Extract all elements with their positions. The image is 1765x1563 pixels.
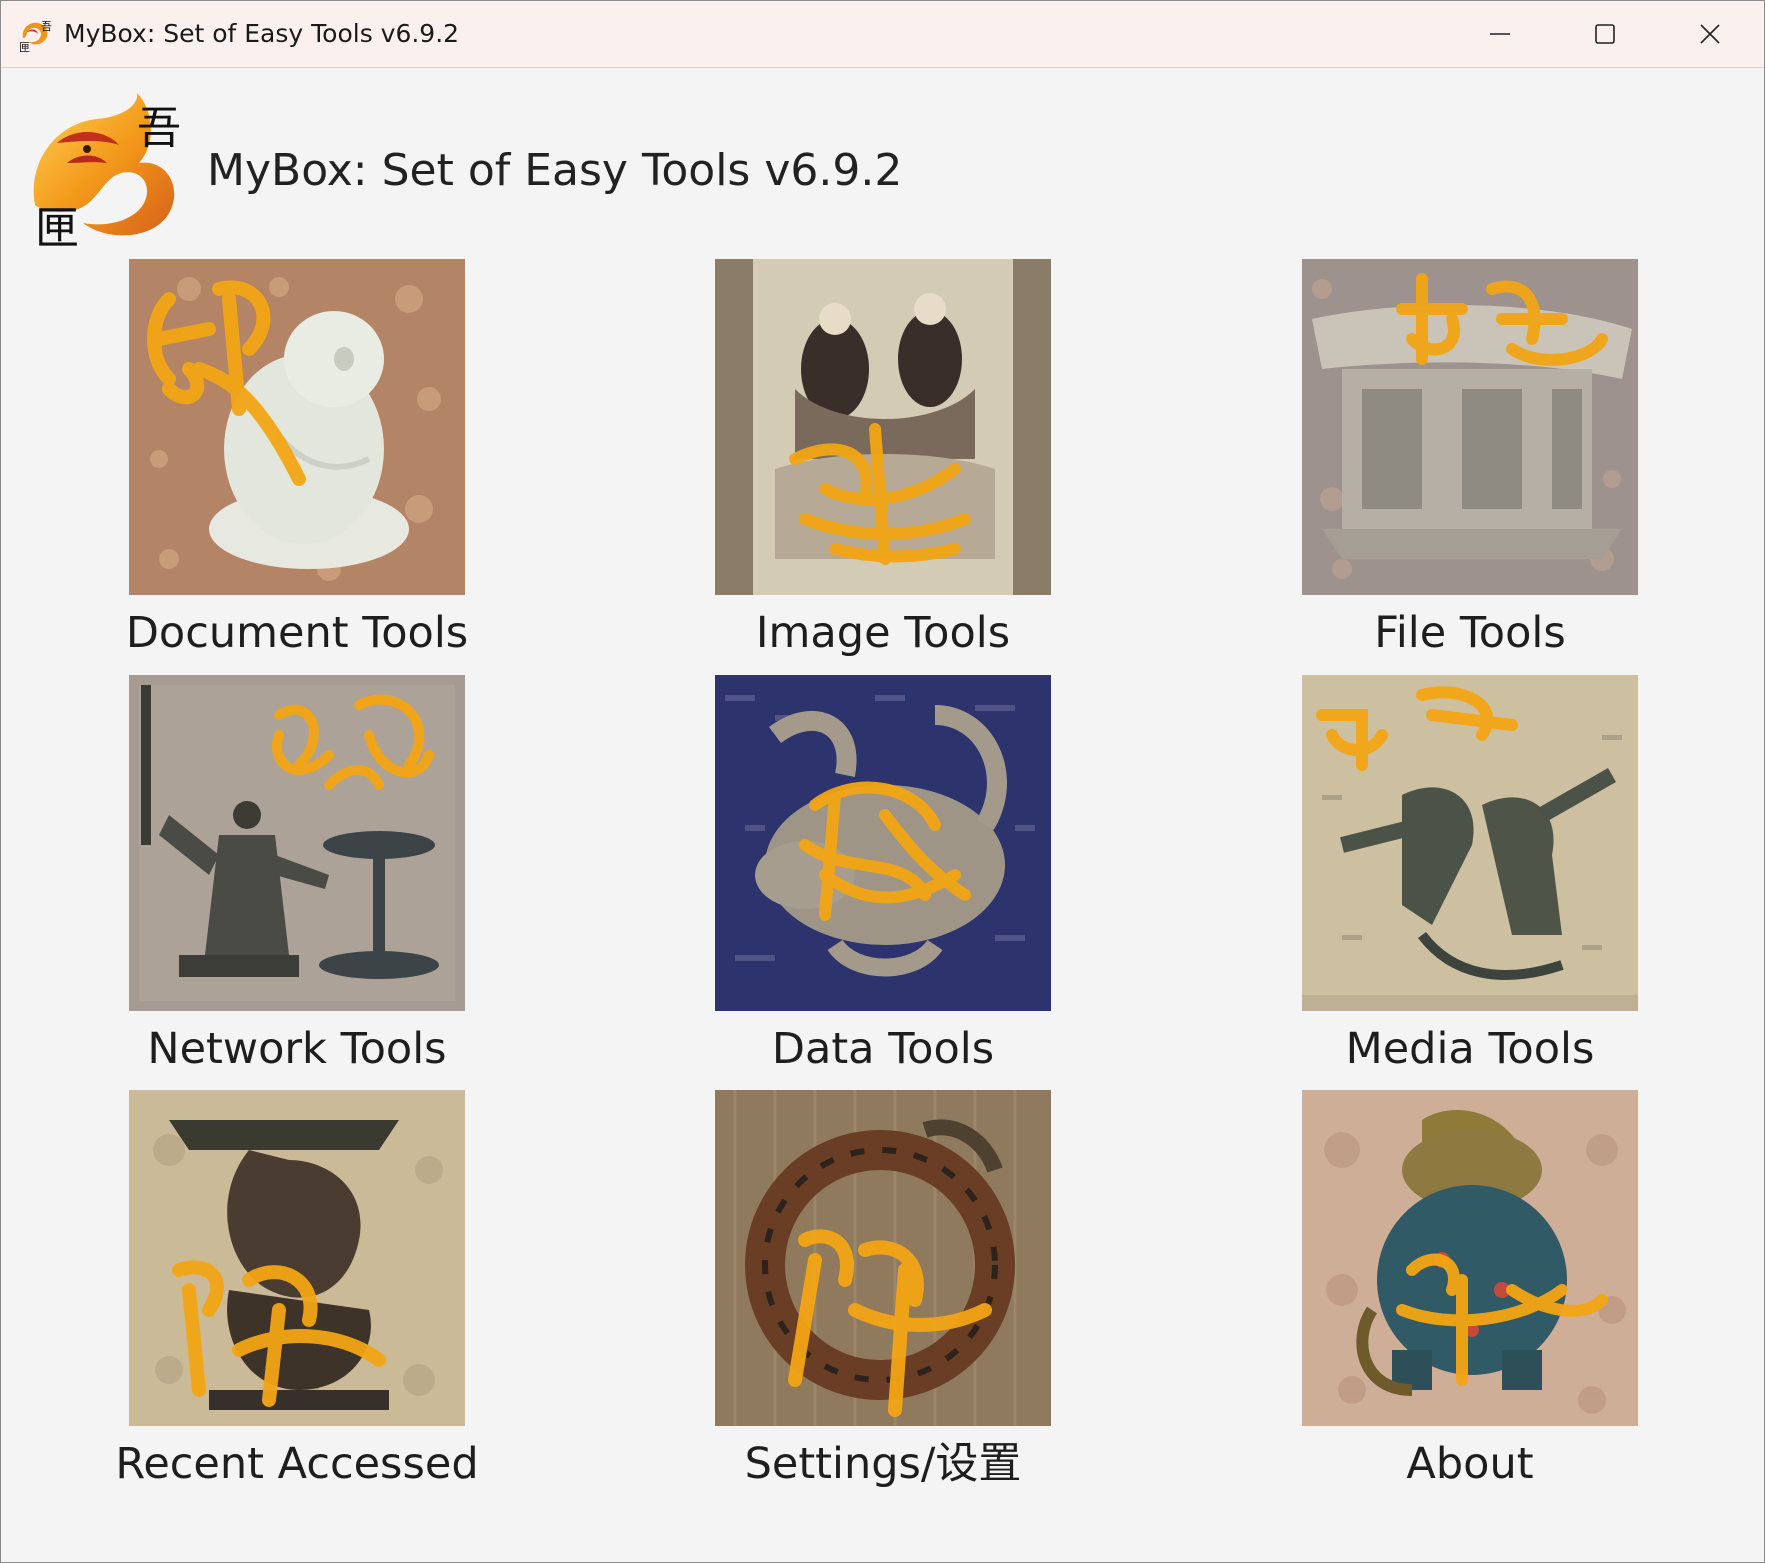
mybox-logo-icon: 吾 匣	[33, 93, 181, 249]
close-button[interactable]	[1657, 1, 1762, 67]
maximize-icon	[1595, 24, 1615, 44]
svg-text:吾: 吾	[137, 103, 181, 154]
mybox-app-icon: 吾 匣	[19, 20, 52, 54]
svg-text:吾: 吾	[41, 20, 52, 33]
main-window: 吾 匣 MyBox: Set of Easy Tools v6.9.2 吾 匣 …	[0, 0, 1765, 1563]
maximize-button[interactable]	[1552, 1, 1657, 67]
minimize-button[interactable]	[1447, 1, 1552, 67]
recent-accessed-label: Recent Accessed	[115, 1439, 479, 1489]
network-tools-label: Network Tools	[147, 1024, 447, 1074]
svg-text:匣: 匣	[19, 41, 30, 54]
document-tools-label: Document Tools	[125, 608, 469, 658]
data-tools-image	[715, 675, 1051, 1011]
title-bar[interactable]: 吾 匣 MyBox: Set of Easy Tools v6.9.2	[1, 1, 1764, 68]
settings-label: Settings/设置	[744, 1439, 1022, 1489]
about-label: About	[1406, 1439, 1534, 1489]
page-title: MyBox: Set of Easy Tools v6.9.2	[207, 145, 903, 196]
data-tools-label: Data Tools	[771, 1024, 995, 1074]
image-tools-label: Image Tools	[755, 608, 1011, 658]
media-tools-image	[1302, 675, 1638, 1011]
svg-text:匣: 匣	[35, 203, 79, 249]
minimize-icon	[1490, 33, 1510, 35]
file-tools-image	[1302, 259, 1638, 595]
about-image	[1302, 1090, 1638, 1426]
network-tools-image	[129, 675, 465, 1011]
close-icon	[1700, 24, 1720, 44]
image-tools-image	[715, 259, 1051, 595]
window-title: MyBox: Set of Easy Tools v6.9.2	[64, 19, 460, 48]
media-tools-label: Media Tools	[1345, 1024, 1595, 1074]
settings-image	[715, 1090, 1051, 1426]
file-tools-label: File Tools	[1374, 608, 1566, 658]
document-tools-image	[129, 259, 465, 595]
recent-accessed-image	[129, 1090, 465, 1426]
